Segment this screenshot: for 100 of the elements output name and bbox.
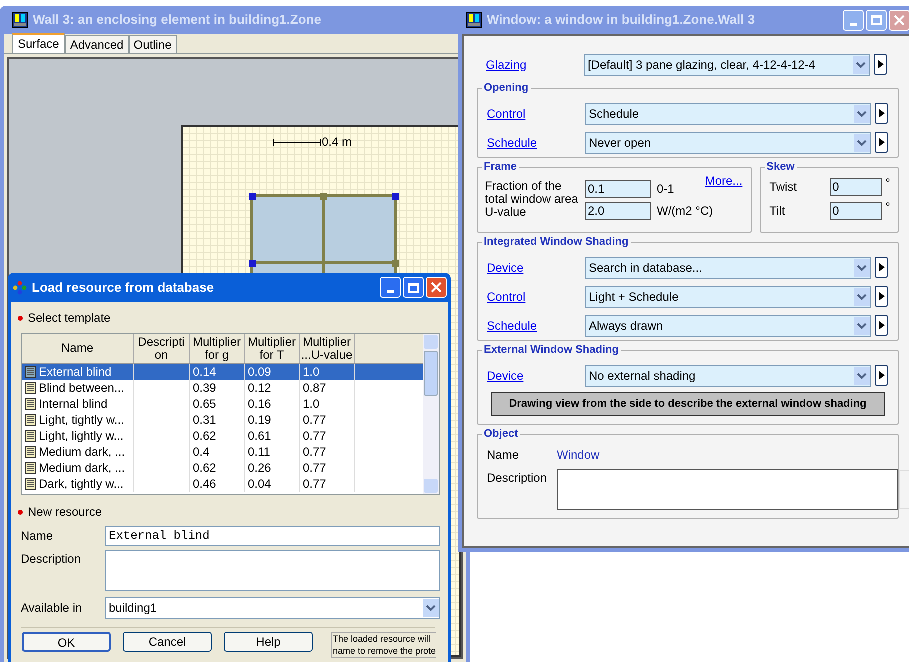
expand-button[interactable] [875,315,888,336]
field-label: Description [21,551,82,568]
field-label: Description [487,470,548,487]
field-link[interactable]: Device [478,258,585,276]
table-cell: 1.0 [303,396,320,412]
field-link[interactable]: Glazing [477,56,584,74]
field-link[interactable]: Schedule [478,134,585,152]
column-header[interactable]: Descripti on [134,334,190,363]
app-icon [12,12,28,28]
scroll-thumb[interactable] [424,351,438,396]
dropdown[interactable]: building1 [105,597,440,619]
dropdown[interactable]: Always drawn [585,314,871,336]
more-link[interactable]: More... [705,172,743,190]
scrollbar[interactable] [423,334,439,494]
list-icon [25,414,36,426]
table-cell: 0.61 [248,428,272,444]
table-row[interactable]: External blind 0.14 0.09 1.0 [22,364,423,380]
dropdown[interactable]: Schedule [585,102,871,124]
list-icon [25,398,36,410]
table-row[interactable]: Internal blind 0.65 0.16 1.0 [22,396,423,412]
note-text: name to remove the prote [333,645,436,657]
input-field[interactable]: 0 [830,202,882,220]
table-cell: 0.04 [248,476,272,492]
dropdown[interactable]: [Default] 3 pane glazing, clear, 4-12-4-12-4 [584,54,870,76]
maximize-button[interactable] [403,277,424,298]
close-icon [894,14,905,26]
column-header[interactable]: Name [22,334,134,363]
chevron-down-icon [854,104,870,122]
list-icon [25,478,36,490]
name-field[interactable]: External blind [105,526,440,546]
table-cell: 0.31 [193,412,216,428]
dialog-button[interactable]: OK [22,632,111,652]
dialog-button[interactable]: Cancel [123,632,212,652]
table-row[interactable]: Medium dark, ... 0.62 0.26 0.77 [22,460,423,476]
play-icon [878,263,884,272]
minimize-button[interactable] [380,277,401,298]
table-cell: 0.39 [193,380,216,396]
description-field[interactable] [105,550,440,591]
table-cell: Light, lightly w... [39,428,124,444]
chevron-down-icon [854,258,870,276]
field-link[interactable]: Schedule [478,316,585,334]
field-label: Twist [770,179,798,196]
table-row[interactable]: Blind between... 0.39 0.12 0.87 [22,380,423,396]
input-field[interactable]: 2.0 [585,202,651,220]
table-cell: Internal blind [39,396,108,412]
tab[interactable]: Outline [128,35,177,53]
column-header[interactable]: Multiplier for g [190,334,245,363]
tab[interactable]: Surface [12,33,66,53]
app-icon [466,12,482,28]
table-cell: 0.19 [248,412,272,428]
close-button[interactable] [889,10,909,30]
expand-button[interactable] [875,103,888,124]
field-link[interactable]: Control [478,288,585,306]
column-header[interactable]: Multiplier for T [245,334,300,363]
dropdown[interactable]: Search in database... [585,256,871,278]
drawing-view-button[interactable]: Drawing view from the side to describe the external window shading [491,392,885,416]
chevron-down-icon [854,288,870,306]
table-row[interactable]: Light, tightly w... 0.31 0.19 0.77 [22,412,423,428]
dropdown[interactable]: Light + Schedule [585,286,871,308]
dialog-button[interactable]: Help [224,632,313,652]
column-header[interactable]: Multiplier ...U-value [300,334,355,363]
table-cell: 0.09 [248,364,272,380]
field-link[interactable]: Control [478,104,585,122]
table-cell: 0.16 [248,396,272,412]
table-cell: 0.77 [303,460,326,476]
color-ring-icon [13,280,27,294]
list-icon [25,462,36,474]
table-cell: Blind between... [39,380,124,396]
table-cell: 0.77 [303,428,326,444]
table-cell: 0.11 [248,444,270,460]
expand-button[interactable] [875,257,888,278]
expand-button[interactable] [875,365,888,386]
expand-button[interactable] [875,132,888,153]
scrollbar[interactable] [899,470,909,509]
dropdown[interactable]: No external shading [585,364,871,386]
table-cell: 0.62 [193,428,216,444]
expand-button[interactable] [874,54,887,75]
minimize-button[interactable] [843,10,864,30]
section-heading: New resource [28,504,102,521]
bullet-icon [18,316,23,320]
table-row[interactable]: Light, lightly w... 0.62 0.61 0.77 [22,428,423,444]
expand-button[interactable] [875,286,888,307]
table-cell: 0.77 [303,412,326,428]
table-cell: 0.65 [193,396,216,412]
field-link[interactable]: Device [478,366,585,384]
table-cell: Medium dark, ... [39,444,126,460]
input-field[interactable]: 0 [830,178,882,196]
dropdown[interactable]: Never open [585,132,871,154]
table-cell: 0.77 [303,444,326,460]
table-row[interactable]: Medium dark, ... 0.4 0.11 0.77 [22,444,423,460]
table-row[interactable]: Dark, tightly w... 0.46 0.04 0.77 [22,476,423,492]
table-cell: 0.14 [193,364,216,380]
close-button[interactable] [426,277,447,298]
chevron-down-icon [423,599,439,617]
chevron-down-icon [853,56,869,74]
group-title: External Window Shading [482,343,621,357]
maximize-button[interactable] [866,10,887,30]
tab[interactable]: Advanced [65,35,129,53]
field-label: U-value [485,206,528,219]
input-field[interactable]: 0.1 [585,180,651,198]
